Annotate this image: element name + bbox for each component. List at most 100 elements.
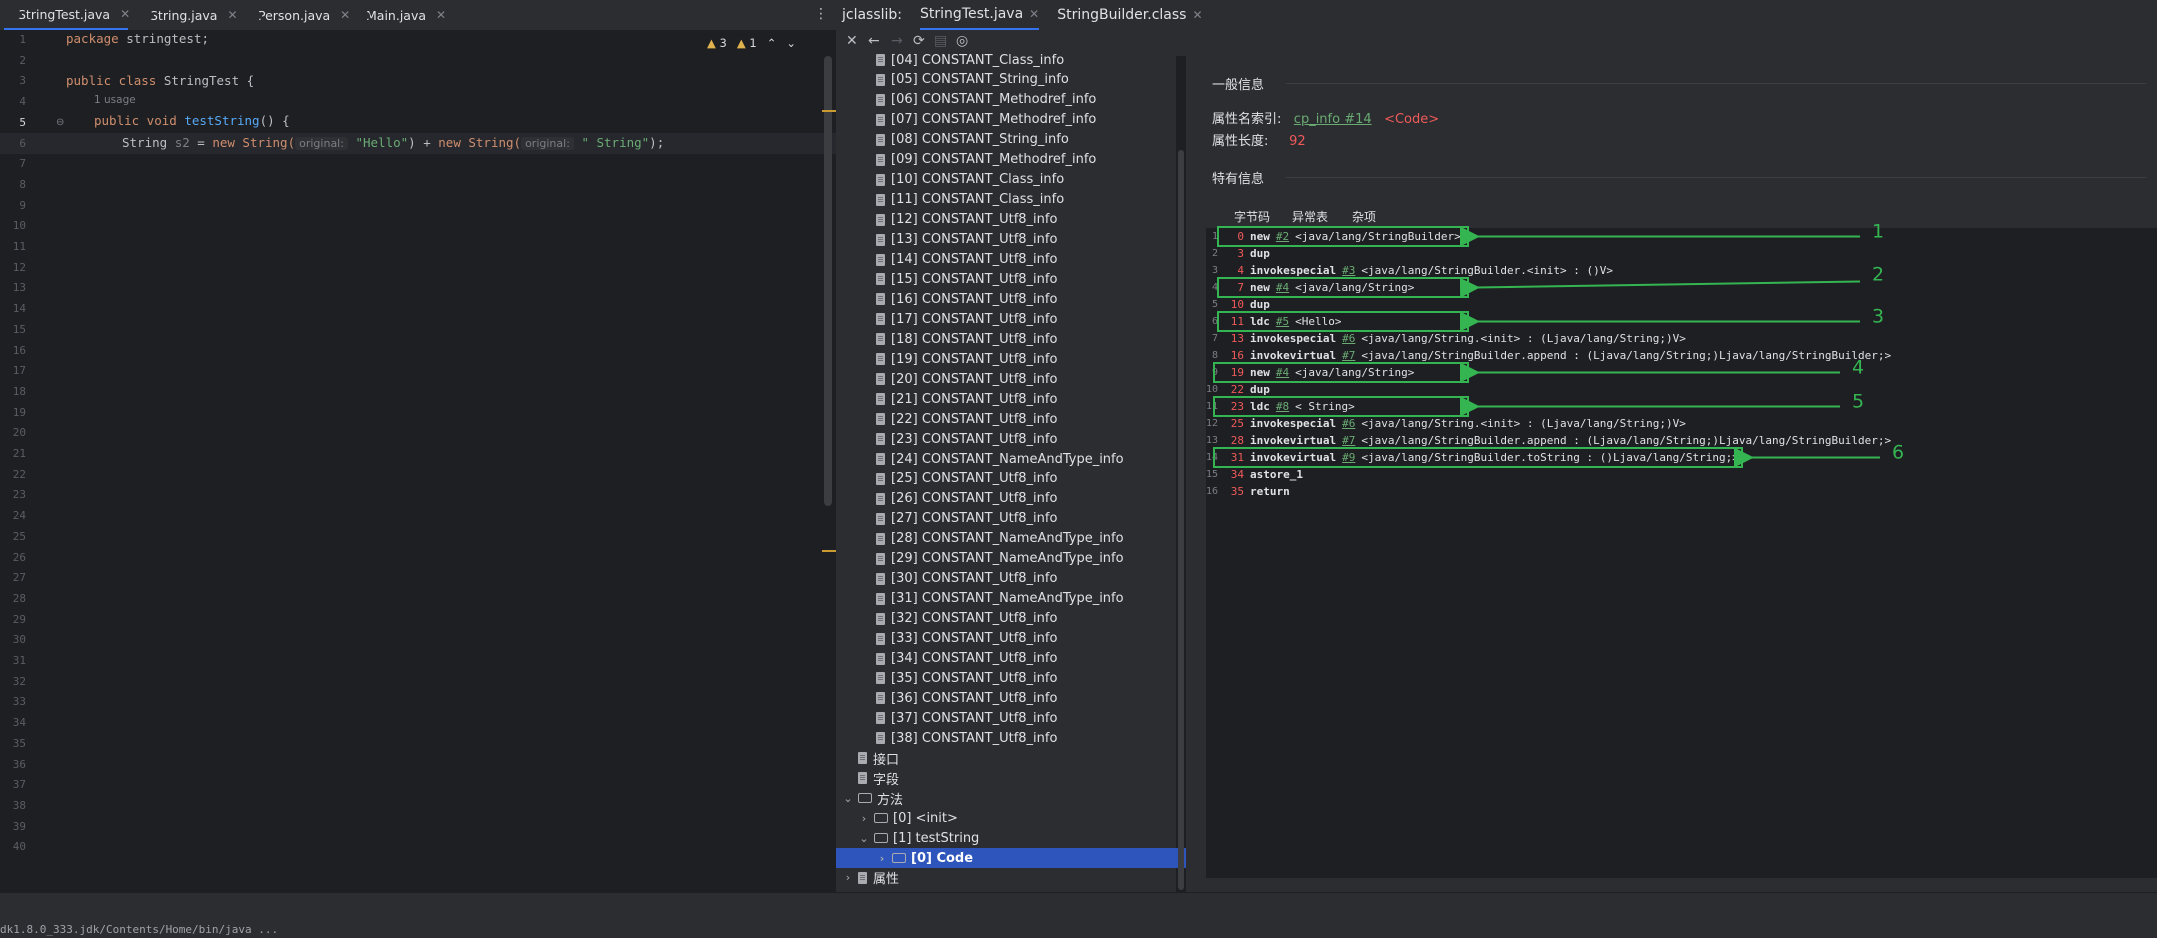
tree-item-label: [33] CONSTANT_Utf8_info xyxy=(891,631,1058,647)
chevron-down-icon[interactable]: ⌄ xyxy=(858,832,870,845)
tab-person-java[interactable]: Person.java ✕ xyxy=(244,0,352,30)
tree-item-constant[interactable]: [18] CONSTANT_Utf8_info xyxy=(836,329,1214,349)
tree-item-constant[interactable]: [37] CONSTANT_Utf8_info xyxy=(836,708,1214,728)
tree-item-constant[interactable]: [08] CONSTANT_String_info xyxy=(836,130,1214,150)
tree-item-constant[interactable]: [33] CONSTANT_Utf8_info xyxy=(836,629,1214,649)
tree-item-label: [34] CONSTANT_Utf8_info xyxy=(891,651,1058,666)
line-number: 18 xyxy=(12,384,26,398)
tree-item-constant[interactable]: [15] CONSTANT_Utf8_info xyxy=(836,269,1214,289)
tree-item-constant[interactable]: [16] CONSTANT_Utf8_info xyxy=(836,289,1214,309)
annotation-box xyxy=(1217,226,1469,247)
chevron-right-icon[interactable]: › xyxy=(876,852,888,865)
line-number: 39 xyxy=(12,819,26,833)
tree-item-constant[interactable]: [14] CONSTANT_Utf8_info xyxy=(836,250,1214,270)
tree-item-constant[interactable]: [27] CONSTANT_Utf8_info xyxy=(836,509,1214,529)
line-number: 13 xyxy=(12,281,26,295)
more-tabs-icon[interactable]: ⋮ xyxy=(814,6,828,22)
code-editor[interactable]: 1 2 3 4 5 6 7 8 9 10 11 12 13 14 15 16 17 18 19 20 21 22 23 24 2… xyxy=(0,30,836,892)
tree-item-constant[interactable]: [30] CONSTANT_Utf8_info xyxy=(836,569,1214,589)
tree-item-constant[interactable]: [25] CONSTANT_Utf8_info xyxy=(836,469,1214,489)
close-icon[interactable]: ✕ xyxy=(846,33,858,49)
warning-marker[interactable] xyxy=(822,110,836,112)
web-icon[interactable]: ◎ xyxy=(956,33,968,49)
tree-item-constant[interactable]: [34] CONSTANT_Utf8_info xyxy=(836,649,1214,669)
code-line-4: public void testString() { xyxy=(94,113,290,128)
tree-item-constant[interactable]: [07] CONSTANT_Methodref_info xyxy=(836,110,1214,130)
save-icon[interactable]: ▤ xyxy=(934,33,947,49)
tree-item-constant[interactable]: [28] CONSTANT_NameAndType_info xyxy=(836,529,1214,549)
back-arrow-icon[interactable]: ← xyxy=(868,33,880,49)
tree-item-label: [12] CONSTANT_Utf8_info xyxy=(891,212,1058,228)
tree-item-constant[interactable]: [29] CONSTANT_NameAndType_info xyxy=(836,549,1214,569)
jclasslib-tab-stringbuilder[interactable]: StringBuilder.class ✕ xyxy=(1057,0,1202,30)
weak-warning-count[interactable]: ▲ 1 xyxy=(737,36,757,50)
annotation-box xyxy=(1213,362,1469,383)
line-number: 36 xyxy=(12,757,26,771)
tree-item-constant[interactable]: [05] CONSTANT_String_info xyxy=(836,70,1214,90)
tree-item-constant[interactable]: [38] CONSTANT_Utf8_info xyxy=(836,728,1214,748)
tree-item-teststring[interactable]: ⌄ [1] testString xyxy=(836,828,1196,848)
tree-item-constant[interactable]: [24] CONSTANT_NameAndType_info xyxy=(836,449,1214,469)
tree-item-constant[interactable]: [26] CONSTANT_Utf8_info xyxy=(836,489,1214,509)
tree-item-methods[interactable]: ⌄ 方法 xyxy=(836,788,1180,808)
close-icon[interactable]: ✕ xyxy=(436,8,446,22)
jclasslib-tab-stringtest[interactable]: StringTest.java ✕ xyxy=(920,0,1040,30)
forward-arrow-icon[interactable]: → xyxy=(891,33,903,49)
chevron-right-icon[interactable]: › xyxy=(858,812,870,825)
tab-main-java[interactable]: Main.java ✕ xyxy=(352,0,454,30)
constant-icon xyxy=(876,133,885,146)
refresh-icon[interactable]: ⟳ xyxy=(913,33,925,49)
close-icon[interactable]: ✕ xyxy=(340,8,350,22)
usage-hint[interactable]: 1 usage xyxy=(94,94,136,106)
tab-string-java[interactable]: String.java ✕ xyxy=(136,0,244,30)
class-structure-tree[interactable]: [04] CONSTANT_Class_info [05] CONSTANT_St… xyxy=(836,53,1214,892)
tree-item-constant[interactable]: [04] CONSTANT_Class_info xyxy=(836,50,1214,70)
tree-item-fields[interactable]: 字段 xyxy=(836,768,1196,788)
tree-item-constant[interactable]: [20] CONSTANT_Utf8_info xyxy=(836,369,1214,389)
tree-item-constant[interactable]: [35] CONSTANT_Utf8_info xyxy=(836,668,1214,688)
line-number: 17 xyxy=(12,364,26,378)
close-icon[interactable]: ✕ xyxy=(120,7,130,21)
tree-item-constant[interactable]: [19] CONSTANT_Utf8_info xyxy=(836,349,1214,369)
tree-item-constant[interactable]: [36] CONSTANT_Utf8_info xyxy=(836,688,1214,708)
tree-item-label: [14] CONSTANT_Utf8_info xyxy=(891,252,1058,267)
tree-item-constant[interactable]: [31] CONSTANT_NameAndType_info xyxy=(836,589,1214,609)
tree-item-code[interactable]: › [0] Code xyxy=(836,848,1214,868)
tree-item-constant[interactable]: [17] CONSTANT_Utf8_info xyxy=(836,309,1214,329)
tree-item-constant[interactable]: [11] CONSTANT_Class_info xyxy=(836,190,1214,210)
tree-item-interfaces[interactable]: 接口 xyxy=(836,748,1196,768)
tree-item-label: [13] CONSTANT_Utf8_info xyxy=(891,232,1058,248)
tree-item-constant[interactable]: [23] CONSTANT_Utf8_info xyxy=(836,429,1214,449)
tree-item-constant[interactable]: [13] CONSTANT_Utf8_info xyxy=(836,230,1214,250)
tree-item-constant[interactable]: [09] CONSTANT_Methodref_info xyxy=(836,150,1214,170)
fold-icon[interactable]: ⊖ xyxy=(56,117,64,128)
constant-icon xyxy=(876,552,885,565)
inspection-widget[interactable]: ▲ 3 ▲ 1 ⌃ ⌄ xyxy=(707,36,796,50)
tree-scrollbar[interactable] xyxy=(1178,150,1184,890)
tab-stringtest-java[interactable]: StringTest.java ✕ xyxy=(4,0,130,30)
editor-scrollbar[interactable] xyxy=(824,56,832,506)
tree-item-attributes[interactable]: › 属性 xyxy=(836,868,1180,888)
chevron-down-icon[interactable]: ⌄ xyxy=(842,792,854,805)
line-number: 6 xyxy=(19,136,26,150)
warning-count[interactable]: ▲ 3 xyxy=(707,36,727,50)
tree-item-constant[interactable]: [32] CONSTANT_Utf8_info xyxy=(836,609,1214,629)
constant-icon xyxy=(876,612,885,625)
tab-label: Main.java xyxy=(366,7,427,23)
close-icon[interactable]: ✕ xyxy=(1029,7,1039,21)
next-highlight-icon[interactable]: ⌄ xyxy=(786,36,796,50)
tree-item-constant[interactable]: [12] CONSTANT_Utf8_info xyxy=(836,210,1214,230)
chevron-right-icon[interactable]: › xyxy=(842,871,854,884)
tree-item-init[interactable]: › [0] <init> xyxy=(836,808,1196,828)
tree-item-constant[interactable]: [22] CONSTANT_Utf8_info xyxy=(836,409,1214,429)
constant-icon xyxy=(876,93,885,106)
tree-item-constant[interactable]: [21] CONSTANT_Utf8_info xyxy=(836,389,1214,409)
previous-highlight-icon[interactable]: ⌃ xyxy=(767,36,777,50)
constant-icon xyxy=(876,732,885,745)
tree-item-constant[interactable]: [06] CONSTANT_Methodref_info xyxy=(836,90,1214,110)
warning-marker[interactable] xyxy=(822,550,836,552)
constant-icon xyxy=(876,393,885,406)
close-icon[interactable]: ✕ xyxy=(1192,8,1202,22)
tree-item-constant[interactable]: [10] CONSTANT_Class_info xyxy=(836,170,1214,190)
close-icon[interactable]: ✕ xyxy=(227,8,237,22)
